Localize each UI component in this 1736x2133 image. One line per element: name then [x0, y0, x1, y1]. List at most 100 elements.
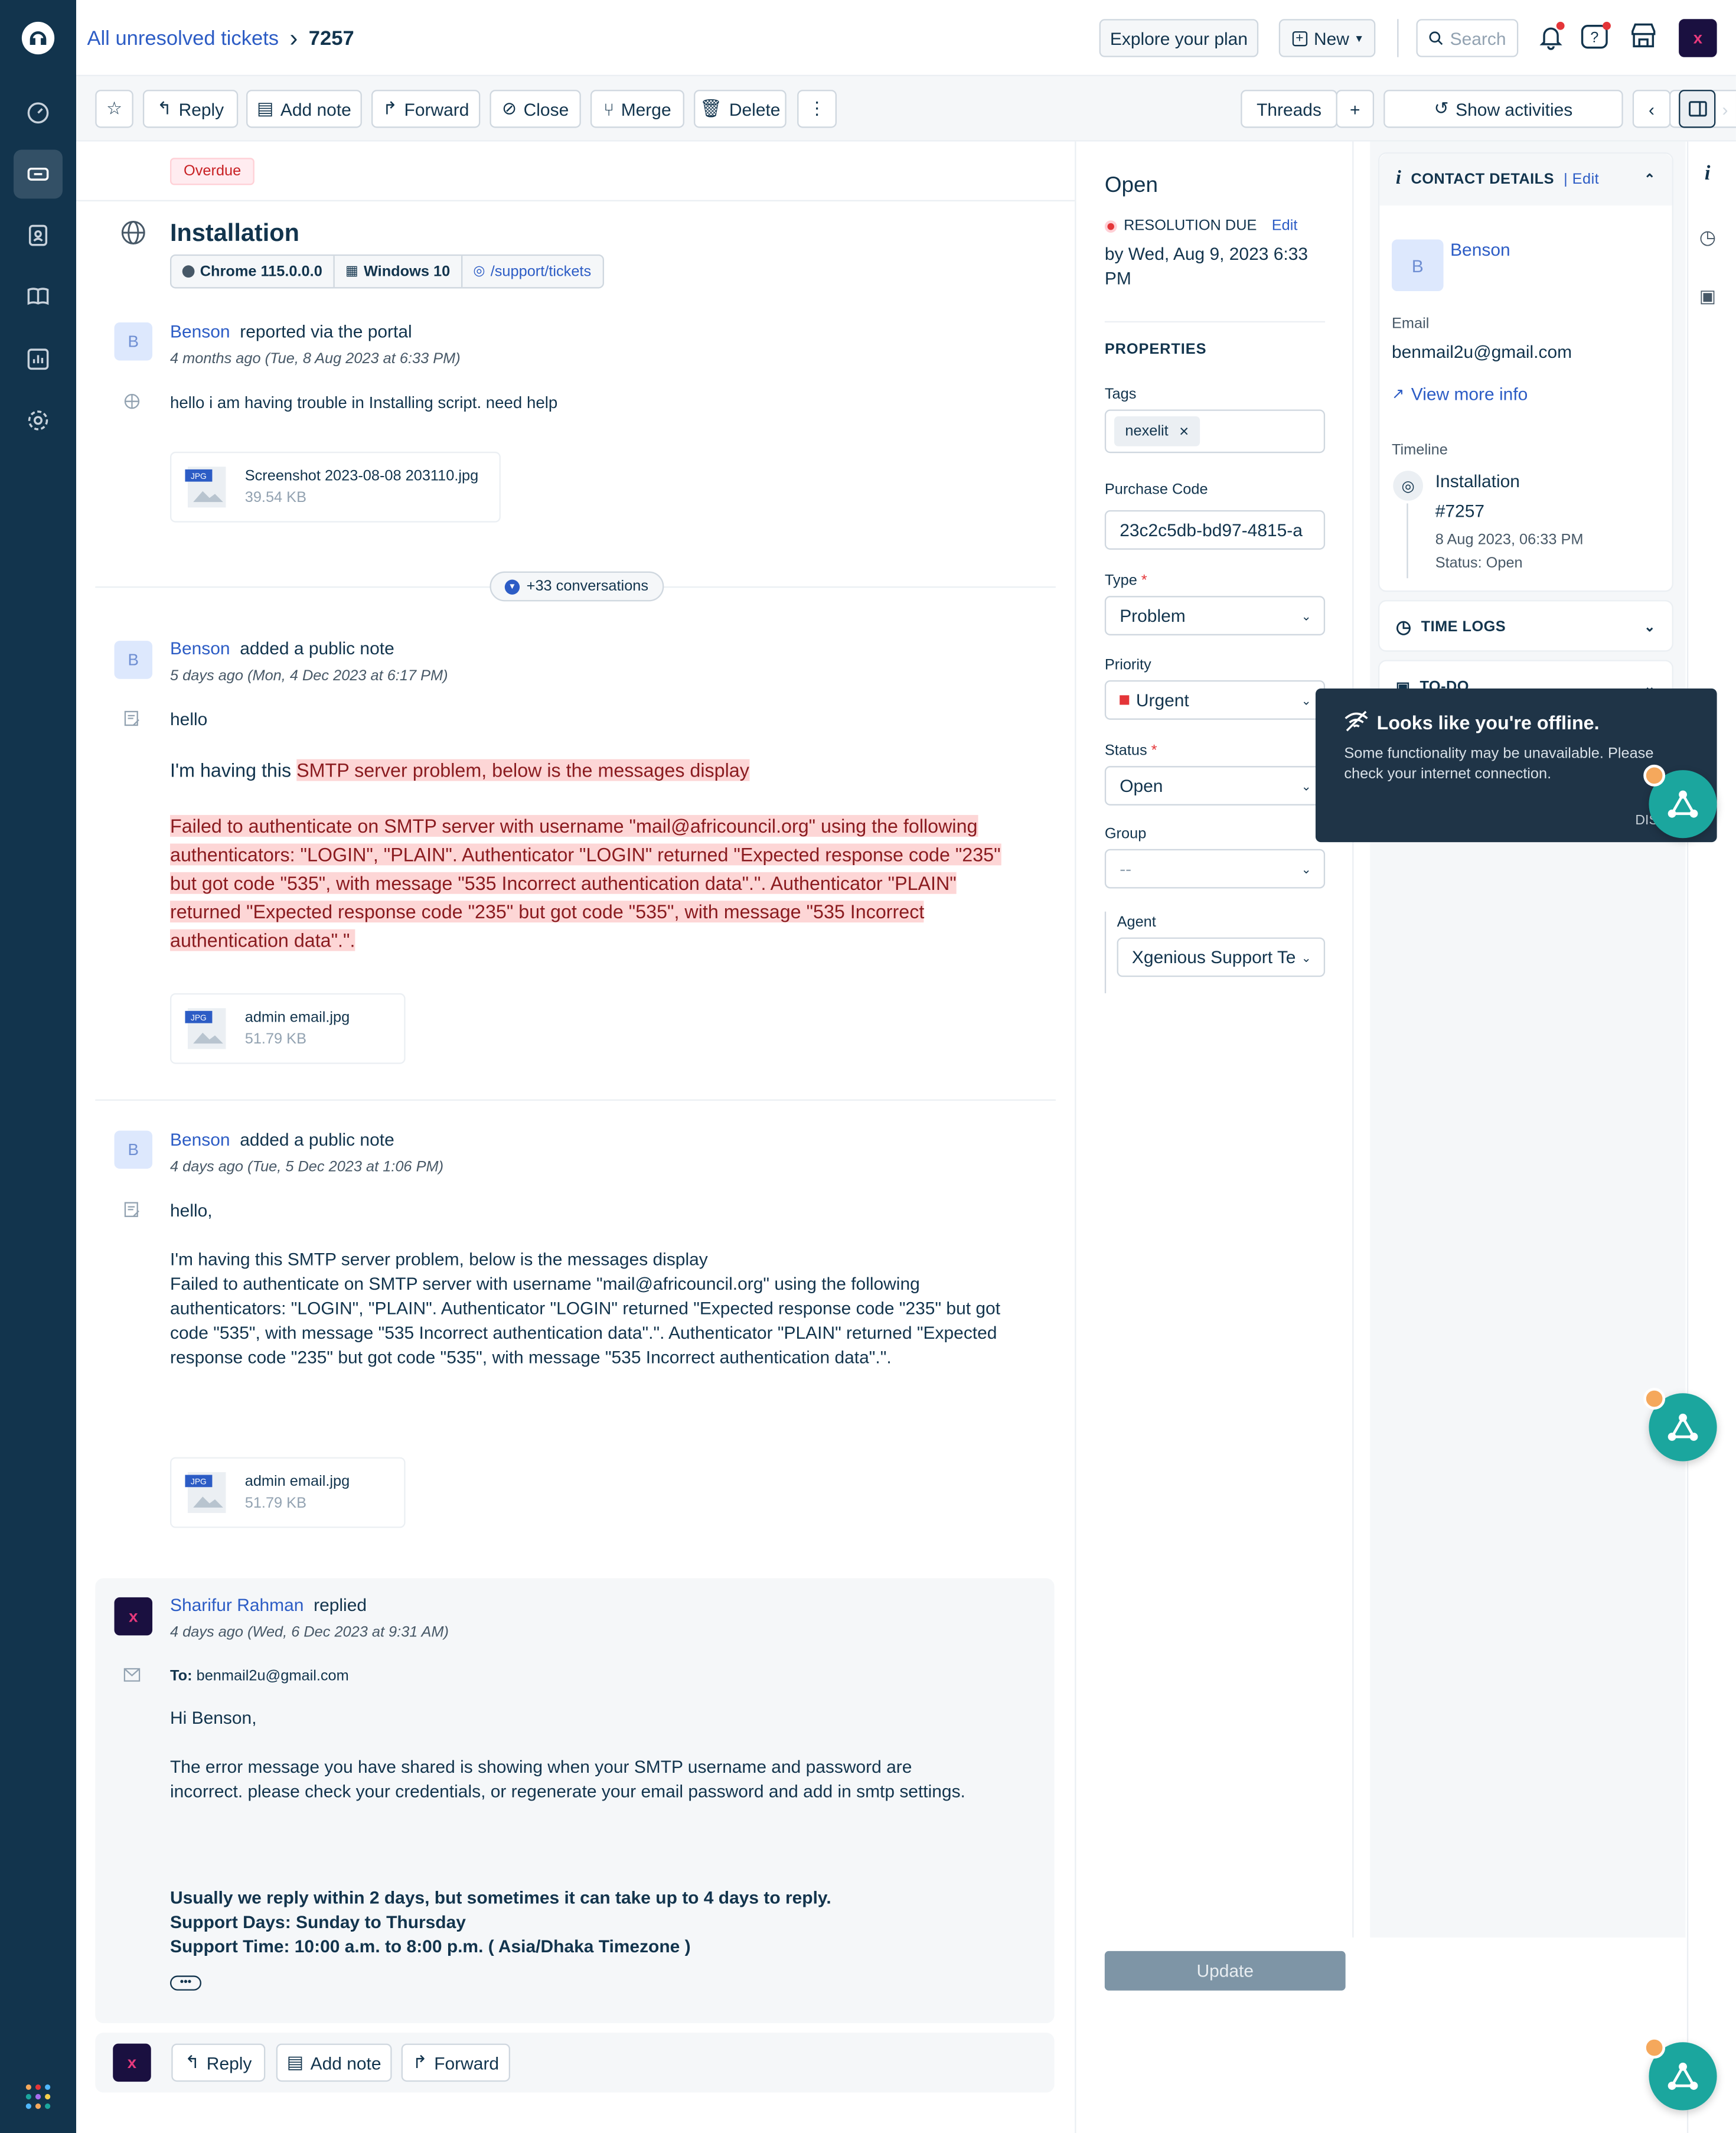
priority-select[interactable]: Urgent ⌄ [1104, 680, 1326, 720]
settings-gear-icon[interactable] [14, 396, 63, 445]
right-icon-strip: i ◷ ▣ [1686, 141, 1736, 2133]
resolution-due-label: RESOLUTION DUE [1124, 217, 1257, 234]
contacts-icon[interactable] [14, 211, 63, 260]
trash-icon: 🗑︎ [700, 97, 723, 119]
source-url-link[interactable]: ◎ /support/tickets [462, 256, 602, 287]
agent-reply-card: x Sharifur Rahman replied 4 days ago (We… [95, 1578, 1055, 2024]
help-widget-button[interactable] [1643, 1388, 1717, 1462]
forward-label: Forward [404, 99, 469, 119]
help-icon[interactable]: ? [1580, 21, 1611, 52]
notifications-bell-icon[interactable] [1536, 21, 1566, 52]
chevron-up-icon: ⌃ [1644, 172, 1656, 187]
group-value: -- [1120, 858, 1132, 879]
conversation-pane: Overdue Installation Chrome 115.0.0.0 ▦ W… [76, 141, 1075, 2133]
close-button[interactable]: ⊘ Close [490, 90, 581, 128]
more-actions-button[interactable]: ⋮ [797, 90, 837, 128]
contact-details-header[interactable]: i CONTACT DETAILS | Edit ⌃ [1379, 154, 1672, 206]
left-navigation [0, 0, 77, 2133]
add-thread-button[interactable]: + [1336, 90, 1375, 128]
resolution-due-line: RESOLUTION DUE Edit [1104, 217, 1298, 234]
purchase-code-label: Purchase Code [1104, 481, 1208, 498]
properties-pane: Open RESOLUTION DUE Edit by Wed, Aug 9, … [1075, 141, 1353, 2133]
author-name-link[interactable]: Sharifur Rahman [170, 1594, 304, 1615]
timeline-ticket-title[interactable]: Installation [1435, 471, 1520, 491]
update-button[interactable]: Update [1104, 1951, 1346, 1991]
to-label: To: [170, 1668, 192, 1685]
tickets-icon[interactable] [14, 149, 63, 199]
apps-grid-icon[interactable] [25, 2084, 51, 2109]
freshdesk-logo-icon[interactable] [21, 21, 55, 55]
help-widget-button[interactable] [1643, 764, 1717, 839]
agent-avatar: x [113, 2043, 151, 2082]
tags-input[interactable]: nexelit × [1104, 409, 1326, 454]
new-label: New [1314, 28, 1349, 48]
merge-button[interactable]: ⑂ Merge [590, 90, 684, 128]
contact-name-link[interactable]: Benson [1450, 240, 1510, 260]
author-name-link[interactable]: Benson [170, 638, 230, 659]
notification-badge [1643, 1388, 1666, 1410]
agent-select[interactable]: Xgenious Support Te ⌄ [1117, 937, 1326, 977]
search-input[interactable]: Search [1416, 19, 1519, 57]
attachment[interactable]: JPG Screenshot 2023-08-08 203110.jpg 39.5… [170, 451, 501, 523]
edit-due-link[interactable]: Edit [1272, 218, 1298, 234]
edit-contact-link[interactable]: | Edit [1564, 171, 1599, 188]
show-activities-button[interactable]: ↺ Show activities [1383, 90, 1623, 128]
add-note-label: Add note [280, 99, 351, 119]
breadcrumb-all-unresolved[interactable]: All unresolved tickets [87, 27, 279, 50]
previous-ticket-button[interactable]: ‹ [1632, 90, 1671, 128]
add-note-button[interactable]: ▤ Add note [276, 2043, 392, 2082]
more-conversations-button[interactable]: ▾ +33 conversations [490, 571, 664, 602]
info-icon[interactable]: i [1705, 163, 1711, 186]
view-more-info-link[interactable]: ↗ View more info [1392, 384, 1528, 405]
dashboard-icon[interactable] [14, 89, 63, 138]
type-select[interactable]: Problem ⌄ [1104, 596, 1326, 635]
forward-button[interactable]: ↱ Forward [401, 2043, 510, 2082]
show-activities-label: Show activities [1456, 99, 1573, 119]
note-edit-icon [124, 1202, 139, 1217]
notification-badge [1643, 764, 1666, 787]
reply-paragraph: The error message you have shared is sho… [170, 1756, 965, 1802]
purchase-code-input[interactable]: 23c2c5db-bd97-4815-a [1104, 510, 1326, 550]
toast-title: Looks like you're offline. [1376, 711, 1600, 733]
reply-button[interactable]: ↰ Reply [171, 2043, 266, 2082]
highlighted-error-text: Failed to authenticate on SMTP server wi… [170, 815, 1001, 951]
reply-button[interactable]: ↰ Reply [142, 90, 239, 128]
tag-label: nexelit [1125, 423, 1169, 440]
profile-avatar[interactable]: x [1679, 19, 1717, 57]
ticket-meta-bar: Chrome 115.0.0.0 ▦ Windows 10 ◎ /support/t… [170, 254, 603, 289]
priority-label: Priority [1104, 657, 1151, 674]
time-logs-card[interactable]: ◷ TIME LOGS ⌄ [1378, 600, 1673, 652]
attachment[interactable]: JPG admin email.jpg 51.79 KB [170, 993, 406, 1064]
author-name-link[interactable]: Benson [170, 321, 230, 342]
svg-text:JPG: JPG [191, 471, 207, 481]
jpg-file-icon: JPG [185, 1472, 226, 1514]
reports-icon[interactable] [14, 335, 63, 384]
forward-button[interactable]: ↱ Forward [371, 90, 481, 128]
show-quoted-text-button[interactable]: ••• [170, 1975, 201, 1991]
stopwatch-icon[interactable]: ◷ [1699, 226, 1716, 249]
author-name-link[interactable]: Benson [170, 1129, 230, 1150]
sidebar-panel-icon [1688, 101, 1706, 117]
help-widget-button[interactable] [1643, 2037, 1717, 2111]
toggle-sidebar-button[interactable] [1679, 90, 1716, 128]
threads-button[interactable]: Threads [1241, 90, 1337, 128]
marketplace-store-icon[interactable] [1629, 21, 1659, 51]
toast-message: Some functionality may be unavailable. P… [1344, 745, 1654, 782]
status-select[interactable]: Open ⌄ [1104, 766, 1326, 805]
explore-plan-button[interactable]: Explore your plan [1099, 19, 1259, 57]
breadcrumb-separator-icon: › [289, 24, 298, 52]
chevron-down-icon: ⌄ [1644, 619, 1656, 635]
calendar-icon[interactable]: ▣ [1699, 286, 1716, 308]
group-select[interactable]: -- ⌄ [1104, 849, 1326, 889]
attachment-size: 39.54 KB [244, 490, 307, 507]
new-button[interactable]: + New ▾ [1278, 19, 1376, 57]
star-button[interactable]: ☆ [95, 90, 133, 128]
close-icon[interactable]: × [1179, 422, 1189, 441]
delete-button[interactable]: 🗑︎ Delete [694, 90, 787, 128]
attachment[interactable]: JPG admin email.jpg 51.79 KB [170, 1457, 406, 1528]
notification-badge [1643, 2037, 1666, 2059]
message-line: I'm having this SMTP server problem, bel… [170, 1249, 708, 1270]
knowledge-base-icon[interactable] [14, 272, 63, 321]
add-note-button[interactable]: ▤ Add note [246, 90, 362, 128]
timeline-ticket-id[interactable]: #7257 [1435, 501, 1484, 521]
